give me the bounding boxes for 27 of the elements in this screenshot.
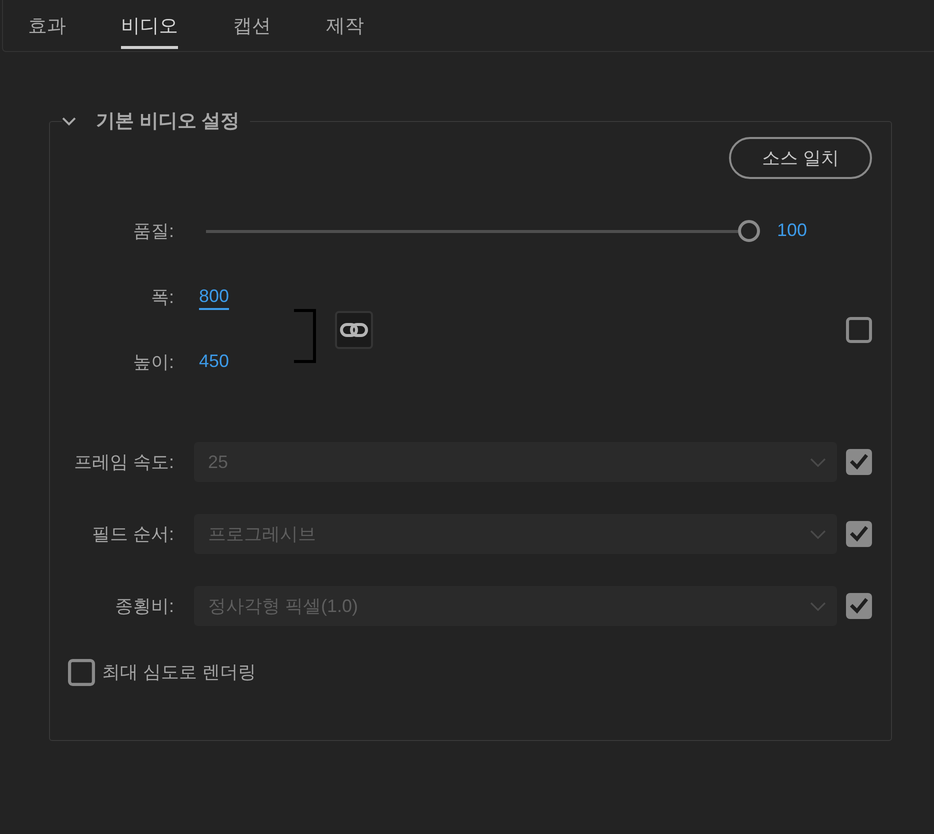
chevron-down-icon	[810, 602, 826, 610]
checkbox[interactable]	[68, 658, 95, 686]
section-header[interactable]: 기본 비디오 설정	[62, 105, 240, 137]
chevron-down-icon	[810, 458, 826, 466]
bracket-icon	[294, 308, 316, 362]
quality-slider[interactable]	[206, 220, 760, 242]
checkbox[interactable]	[846, 316, 872, 342]
field-label: 프레임 속도:	[72, 451, 174, 474]
tab[interactable]: 제작	[326, 0, 364, 49]
match-source-button[interactable]: 소스 일치	[729, 137, 872, 179]
chevron-down-icon	[810, 530, 826, 538]
slider-thumb[interactable]	[738, 220, 760, 242]
field-label: 종횡비:	[114, 595, 174, 618]
field-label: 높이:	[132, 351, 174, 374]
value-field[interactable]: 100	[777, 218, 808, 244]
chevron-down-icon[interactable]	[62, 116, 76, 126]
field-label: 품질:	[132, 220, 174, 243]
field-label: 필드 순서:	[90, 523, 174, 546]
link-button[interactable]	[335, 310, 373, 348]
tab[interactable]: 캡션	[233, 0, 271, 49]
checkbox-label[interactable]: 최대 심도로 렌더링	[102, 660, 256, 684]
tab[interactable]: 비디오	[121, 0, 178, 49]
value-field[interactable]: 450	[199, 349, 230, 375]
field-label: 폭:	[150, 286, 174, 309]
tab[interactable]: 효과	[28, 0, 66, 49]
link-icon	[340, 322, 368, 336]
value-field[interactable]: 800	[199, 284, 230, 310]
